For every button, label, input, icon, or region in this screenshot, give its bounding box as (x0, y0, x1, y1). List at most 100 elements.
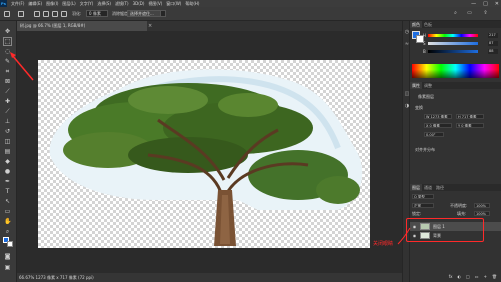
background-color-swatch[interactable] (7, 241, 13, 247)
menu-3d[interactable]: 3D(D) (133, 1, 145, 6)
menu-window[interactable]: 窗口(W) (166, 1, 181, 7)
color-spectrum[interactable] (412, 64, 499, 78)
lock-row: 锁定: 填充: 100% (410, 210, 501, 217)
menu-file[interactable]: 文件(F) (11, 1, 24, 7)
zoom-tool-icon[interactable]: ⌕ (4, 228, 11, 235)
home-icon[interactable] (4, 11, 10, 17)
new-layer-icon[interactable]: + (484, 273, 487, 280)
menu-filter[interactable]: 滤镜(T) (115, 1, 129, 7)
quick-selection-tool-icon[interactable]: ✎ (4, 58, 11, 65)
tab-paths[interactable]: 路径 (434, 184, 446, 191)
share-icon[interactable]: ⇪ (482, 10, 489, 17)
healing-brush-tool-icon[interactable]: ✚ (4, 98, 11, 105)
tools-panel: ✥ ⬚ ◌ ✎ ⌗ ⊠ ⟋ ✚ ⟋ ⊥ ↺ ◫ ▤ ◆ ● ✒ T ↖ ▭ ✋ … (0, 21, 17, 282)
lasso-tool-icon[interactable]: ◌ (4, 48, 11, 55)
tab-swatches[interactable]: 色板 (422, 21, 434, 28)
menu-edit[interactable]: 编辑(E) (28, 1, 42, 7)
annotation-highlight-box (406, 218, 484, 242)
angle-field[interactable]: 0.00° (424, 132, 444, 137)
layer-filter-row: Q 类型 (410, 193, 501, 200)
brush-tool-icon[interactable]: ⟋ (4, 108, 11, 115)
opacity-input[interactable]: 100% (474, 203, 490, 208)
pen-tool-icon[interactable]: ✒ (4, 178, 11, 185)
hue-value[interactable]: 217 (488, 33, 498, 38)
type-tool-icon[interactable]: T (4, 188, 11, 195)
antialias-checkbox[interactable]: 消除锯齿 (112, 11, 128, 17)
tab-properties[interactable]: 属性 (410, 82, 422, 89)
menu-layer[interactable]: 图层(L) (62, 1, 75, 7)
screen-mode-icon[interactable]: ▣ (4, 264, 11, 271)
quick-mask-icon[interactable]: ◙ (4, 253, 11, 260)
saturation-slider[interactable]: S 87 (423, 41, 498, 46)
saturation-letter: S (423, 41, 426, 46)
status-bar: 66.67% 1273 像素 x 717 像素 (72 ppi) (17, 273, 402, 282)
blur-tool-icon[interactable]: ◆ (4, 158, 11, 165)
lock-label: 锁定: (412, 211, 422, 216)
frame-tool-icon[interactable]: ⊠ (4, 78, 11, 85)
add-selection-icon[interactable] (43, 11, 49, 17)
workspace-icon[interactable]: ▭ (466, 10, 473, 17)
move-tool-icon[interactable]: ✥ (4, 28, 11, 35)
crop-tool-icon[interactable]: ⌗ (4, 68, 11, 75)
menu-image[interactable]: 图像(I) (46, 1, 58, 7)
fill-label: 填充: (457, 211, 467, 216)
tab-color[interactable]: 颜色 (410, 21, 422, 28)
history-brush-tool-icon[interactable]: ↺ (4, 128, 11, 135)
transform-heading: 变换 (415, 105, 423, 110)
tab-channels[interactable]: 通道 (422, 184, 434, 191)
clone-stamp-tool-icon[interactable]: ⊥ (4, 118, 11, 125)
rectangle-tool-icon[interactable]: ▭ (4, 208, 11, 215)
select-and-mask-button[interactable]: 选择并遮住... (127, 10, 161, 17)
photoshop-logo[interactable]: Ps (0, 0, 7, 7)
panel-icon-strip: ◷ ≈ ◫ ◑ (402, 21, 410, 282)
new-selection-icon[interactable] (34, 11, 40, 17)
width-field[interactable]: W 1273 像素 (424, 114, 452, 119)
x-field[interactable]: X 0 像素 (424, 123, 452, 128)
tab-adjustments[interactable]: 调整 (422, 82, 434, 89)
hue-slider[interactable]: H 217 (423, 33, 498, 38)
brightness-letter: B (423, 49, 426, 54)
add-mask-icon[interactable]: ◐ (458, 273, 462, 280)
blend-mode-select[interactable]: 正常 (412, 203, 434, 208)
intersect-selection-icon[interactable] (61, 11, 67, 17)
eyedropper-tool-icon[interactable]: ⟋ (4, 88, 11, 95)
layer-kind-filter[interactable]: Q 类型 (412, 194, 434, 199)
menu-view[interactable]: 视图(V) (148, 1, 162, 7)
rectangular-marquee-tool-icon[interactable]: ⬚ (3, 37, 12, 46)
document-tab[interactable]: 树.jpg @ 66.7% (图层 1, RGB/8#) (17, 21, 147, 31)
hue-track[interactable] (428, 34, 478, 37)
delete-layer-icon[interactable]: 🗑 (492, 273, 497, 280)
canvas-area[interactable] (17, 31, 402, 273)
brightness-value[interactable]: 88 (488, 49, 498, 54)
hand-tool-icon[interactable]: ✋ (4, 218, 11, 225)
brightness-slider[interactable]: B 88 (423, 49, 498, 54)
menu-help[interactable]: 帮助(H) (185, 1, 199, 7)
close-tab-icon[interactable]: × (148, 21, 152, 31)
new-group-icon[interactable]: □ (466, 273, 470, 280)
tree-image (49, 69, 363, 246)
fill-input[interactable]: 100% (474, 211, 490, 216)
menu-bar: Ps 文件(F) 编辑(E) 图像(I) 图层(L) 文字(Y) 选择(S) 滤… (0, 0, 501, 7)
saturation-track[interactable] (428, 42, 478, 45)
eraser-tool-icon[interactable]: ◫ (4, 138, 11, 145)
dodge-tool-icon[interactable]: ● (4, 168, 11, 175)
brightness-track[interactable] (428, 50, 478, 53)
gradient-tool-icon[interactable]: ▤ (4, 148, 11, 155)
blend-row: 正常 不透明度: 100% (410, 202, 501, 209)
align-distribute-heading: 对齐并分布 (415, 147, 435, 152)
tab-layers[interactable]: 图层 (410, 184, 422, 191)
path-selection-tool-icon[interactable]: ↖ (4, 198, 11, 205)
menu-type[interactable]: 文字(Y) (80, 1, 94, 7)
search-icon[interactable]: ⌕ (452, 10, 459, 17)
menu-select[interactable]: 选择(S) (97, 1, 111, 7)
saturation-value[interactable]: 87 (488, 41, 498, 46)
subtract-selection-icon[interactable] (52, 11, 58, 17)
height-field[interactable]: H 717 像素 (456, 114, 484, 119)
document-canvas[interactable] (38, 60, 370, 248)
marquee-tool-icon[interactable] (18, 11, 24, 17)
feather-input[interactable]: 0 像素 (86, 10, 108, 17)
layer-actions-bar: fx ◐ □ ▭ + 🗑 (410, 273, 501, 280)
adjustment-layer-icon[interactable]: ▭ (475, 273, 479, 280)
link-layers-icon[interactable]: fx (449, 273, 453, 280)
y-field[interactable]: Y 0 像素 (456, 123, 484, 128)
